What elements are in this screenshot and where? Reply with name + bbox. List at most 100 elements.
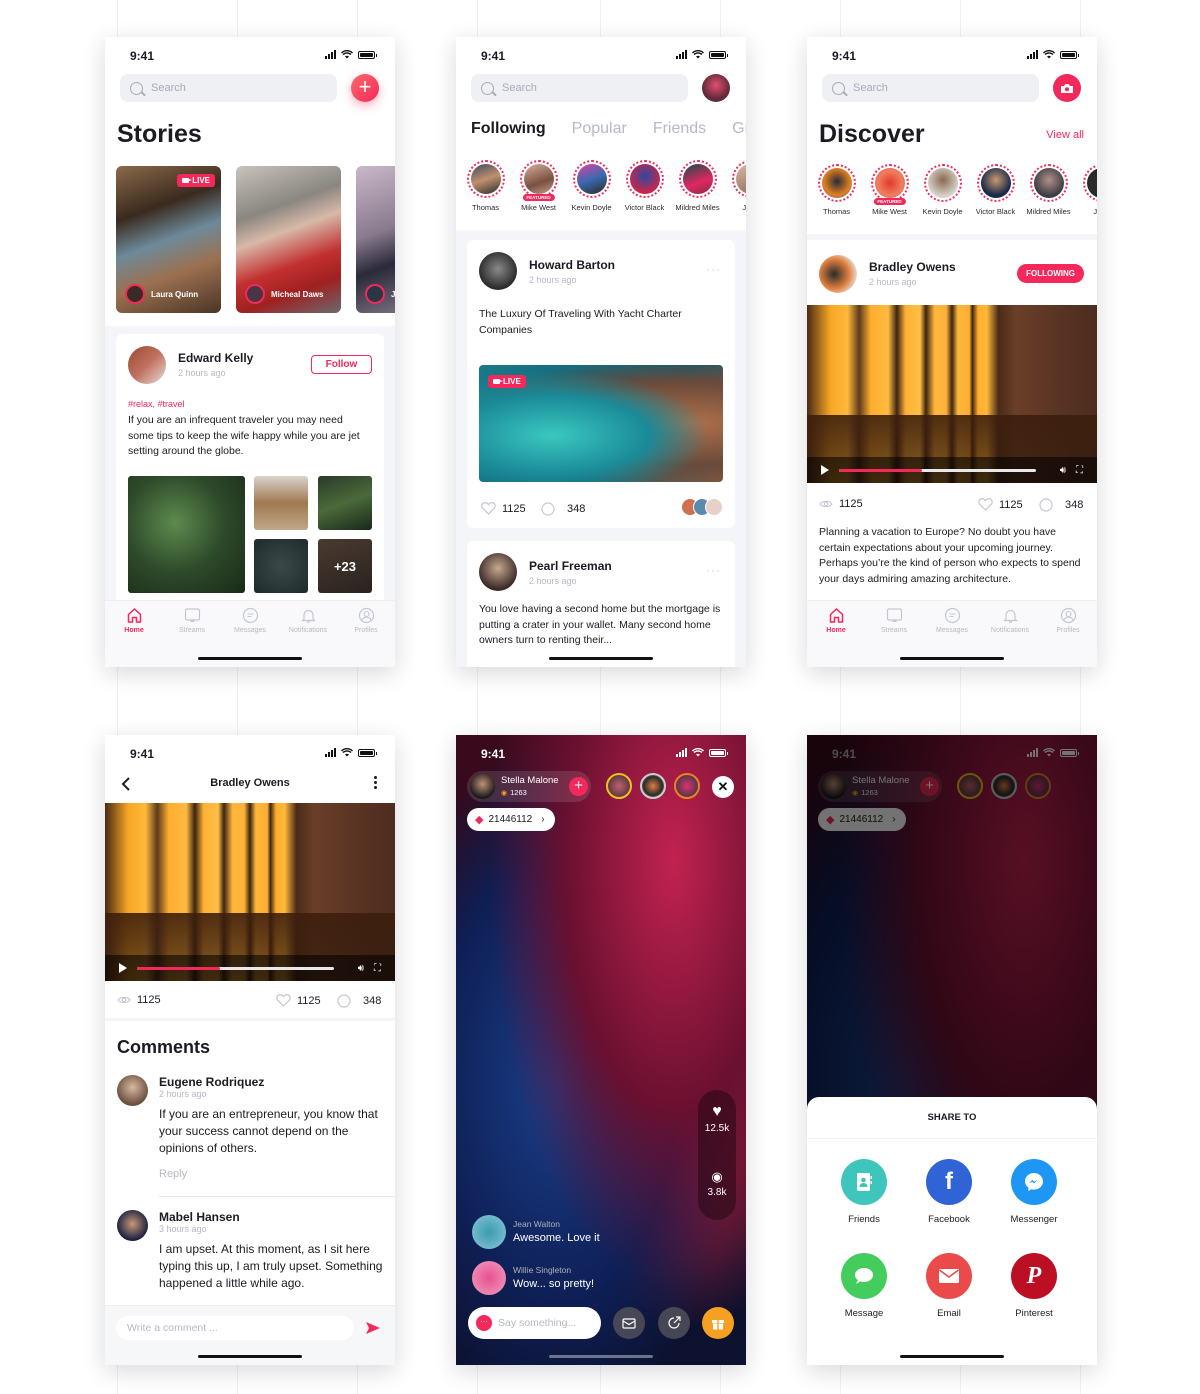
story-item[interactable]: FEATURED Mike West	[512, 160, 565, 212]
avatar[interactable]	[128, 346, 166, 384]
viewer-avatar[interactable]	[606, 773, 632, 799]
search-input[interactable]: Search	[120, 74, 337, 102]
likes-count[interactable]: 1125	[481, 502, 526, 515]
story-card[interactable]: LIVE Laura Quinn	[116, 166, 221, 313]
tab-messages[interactable]: Messages	[221, 607, 279, 634]
avatar[interactable]	[117, 1075, 148, 1106]
fullscreen-icon[interactable]: ⛶	[374, 963, 381, 974]
story-item[interactable]: Mildred Miles	[1022, 164, 1075, 216]
post-author[interactable]: Pearl Freeman	[529, 559, 612, 573]
more-options-icon[interactable]: ···	[706, 262, 721, 276]
likes-count[interactable]: 1125	[978, 498, 1023, 511]
reply-link[interactable]: Reply	[159, 1168, 381, 1180]
story-item[interactable]: Thomas	[810, 164, 863, 216]
play-icon[interactable]	[119, 963, 127, 973]
volume-icon[interactable]: 🔊︎	[1060, 465, 1066, 476]
likes-stat[interactable]: ♥ 12.5k	[698, 1104, 736, 1135]
post-video[interactable]: 🔊︎ ⛶	[807, 305, 1097, 483]
photo[interactable]	[254, 476, 308, 530]
post-video[interactable]: 🔊︎ ⛶	[105, 803, 395, 981]
tab-notifications[interactable]: Notifications	[981, 607, 1039, 634]
viewer-avatar[interactable]	[640, 773, 666, 799]
share-pinterest[interactable]: P Pinterest	[994, 1253, 1074, 1319]
view-all-link[interactable]: View all	[1046, 129, 1084, 141]
share-friends[interactable]: Friends	[824, 1159, 904, 1225]
tab-home[interactable]: Home	[105, 607, 163, 634]
story-item[interactable]: Jane	[1075, 164, 1097, 216]
post-video[interactable]: LIVE	[479, 365, 723, 482]
tab-following[interactable]: Following	[471, 120, 546, 138]
story-item[interactable]: Thomas	[459, 160, 512, 212]
tab-popular[interactable]: Popular	[572, 120, 627, 138]
story-item[interactable]: FEATURED Mike West	[863, 164, 916, 216]
avatar[interactable]	[479, 553, 517, 591]
add-story-button[interactable]: +	[351, 74, 379, 102]
post-tags[interactable]: #relax, #travel	[128, 399, 185, 409]
post-author[interactable]: Bradley Owens	[869, 260, 956, 274]
story-card[interactable]: Micheal Daws	[236, 166, 341, 313]
comments-count[interactable]: 348	[541, 502, 585, 516]
photo[interactable]	[318, 476, 372, 530]
fullscreen-icon[interactable]: ⛶	[1076, 465, 1083, 476]
photo[interactable]	[128, 476, 245, 593]
play-icon[interactable]	[821, 465, 829, 475]
post-author[interactable]: Edward Kelly	[178, 351, 253, 365]
gift-button[interactable]	[702, 1307, 734, 1339]
post-author[interactable]: Howard Barton	[529, 258, 615, 272]
tab-friends[interactable]: Friends	[653, 120, 706, 138]
follow-button[interactable]: Follow	[311, 355, 372, 374]
tab-messages[interactable]: Messages	[923, 607, 981, 634]
avatar[interactable]	[117, 1210, 148, 1241]
tab-groups[interactable]: Gro	[732, 120, 746, 138]
search-input[interactable]: Search	[822, 74, 1039, 102]
viewer-avatar[interactable]	[674, 773, 700, 799]
comment-input[interactable]: Write a comment ...	[116, 1316, 354, 1340]
story-item[interactable]: Kevin Doyle	[916, 164, 969, 216]
comment-author[interactable]: Eugene Rodriquez	[159, 1075, 381, 1089]
more-options-icon[interactable]: ···	[706, 563, 721, 577]
search-input[interactable]: Search	[471, 74, 688, 102]
likes-count[interactable]: 1125	[276, 994, 321, 1007]
avatar[interactable]	[472, 1215, 506, 1249]
comments-count[interactable]: 348	[1039, 498, 1083, 512]
video-progress[interactable]	[839, 468, 1036, 472]
tab-profiles[interactable]: Profiles	[337, 607, 395, 634]
camera-button[interactable]	[1053, 74, 1081, 102]
tab-notifications[interactable]: Notifications	[279, 607, 337, 634]
profile-avatar[interactable]	[702, 74, 730, 102]
share-message[interactable]: Message	[824, 1253, 904, 1319]
story-item[interactable]: Mildred Miles	[671, 160, 724, 212]
host-info[interactable]: Stella Malone ◉ 1263 +	[467, 771, 591, 802]
more-options-icon[interactable]	[374, 776, 377, 789]
send-icon[interactable]	[365, 1321, 381, 1335]
tab-streams[interactable]: Streams	[865, 607, 923, 634]
tab-streams[interactable]: Streams	[163, 607, 221, 634]
more-photos[interactable]: +23	[318, 539, 372, 593]
story-item[interactable]: Jane	[724, 160, 746, 212]
volume-icon[interactable]: 🔊︎	[358, 963, 364, 974]
share-email[interactable]: Email	[909, 1253, 989, 1319]
follow-host-button[interactable]: +	[569, 777, 588, 796]
photo[interactable]	[254, 539, 308, 593]
liker-avatars[interactable]	[681, 498, 723, 516]
message-button[interactable]	[613, 1307, 645, 1339]
comments-count[interactable]: 348	[337, 994, 381, 1008]
comment-author[interactable]: Mabel Hansen	[159, 1210, 385, 1224]
share-button[interactable]	[658, 1307, 690, 1339]
story-item[interactable]: Kevin Doyle	[565, 160, 618, 212]
share-facebook[interactable]: f Facebook	[909, 1159, 989, 1225]
story-item[interactable]: Victor Black	[969, 164, 1022, 216]
avatar[interactable]	[472, 1261, 506, 1295]
video-progress[interactable]	[137, 966, 334, 970]
close-button[interactable]: ✕	[712, 776, 734, 798]
following-button[interactable]: FOLLOWING	[1017, 264, 1084, 283]
say-something-input[interactable]: ··· Say something...	[468, 1307, 601, 1339]
share-messenger[interactable]: Messenger	[994, 1159, 1074, 1225]
avatar[interactable]	[479, 252, 517, 290]
diamonds-button[interactable]: ◆ 21446112 ›	[467, 808, 555, 831]
tab-profiles[interactable]: Profiles	[1039, 607, 1097, 634]
story-card[interactable]: J	[356, 166, 395, 313]
story-item[interactable]: Victor Black	[618, 160, 671, 212]
tab-home[interactable]: Home	[807, 607, 865, 634]
avatar[interactable]	[819, 255, 857, 293]
